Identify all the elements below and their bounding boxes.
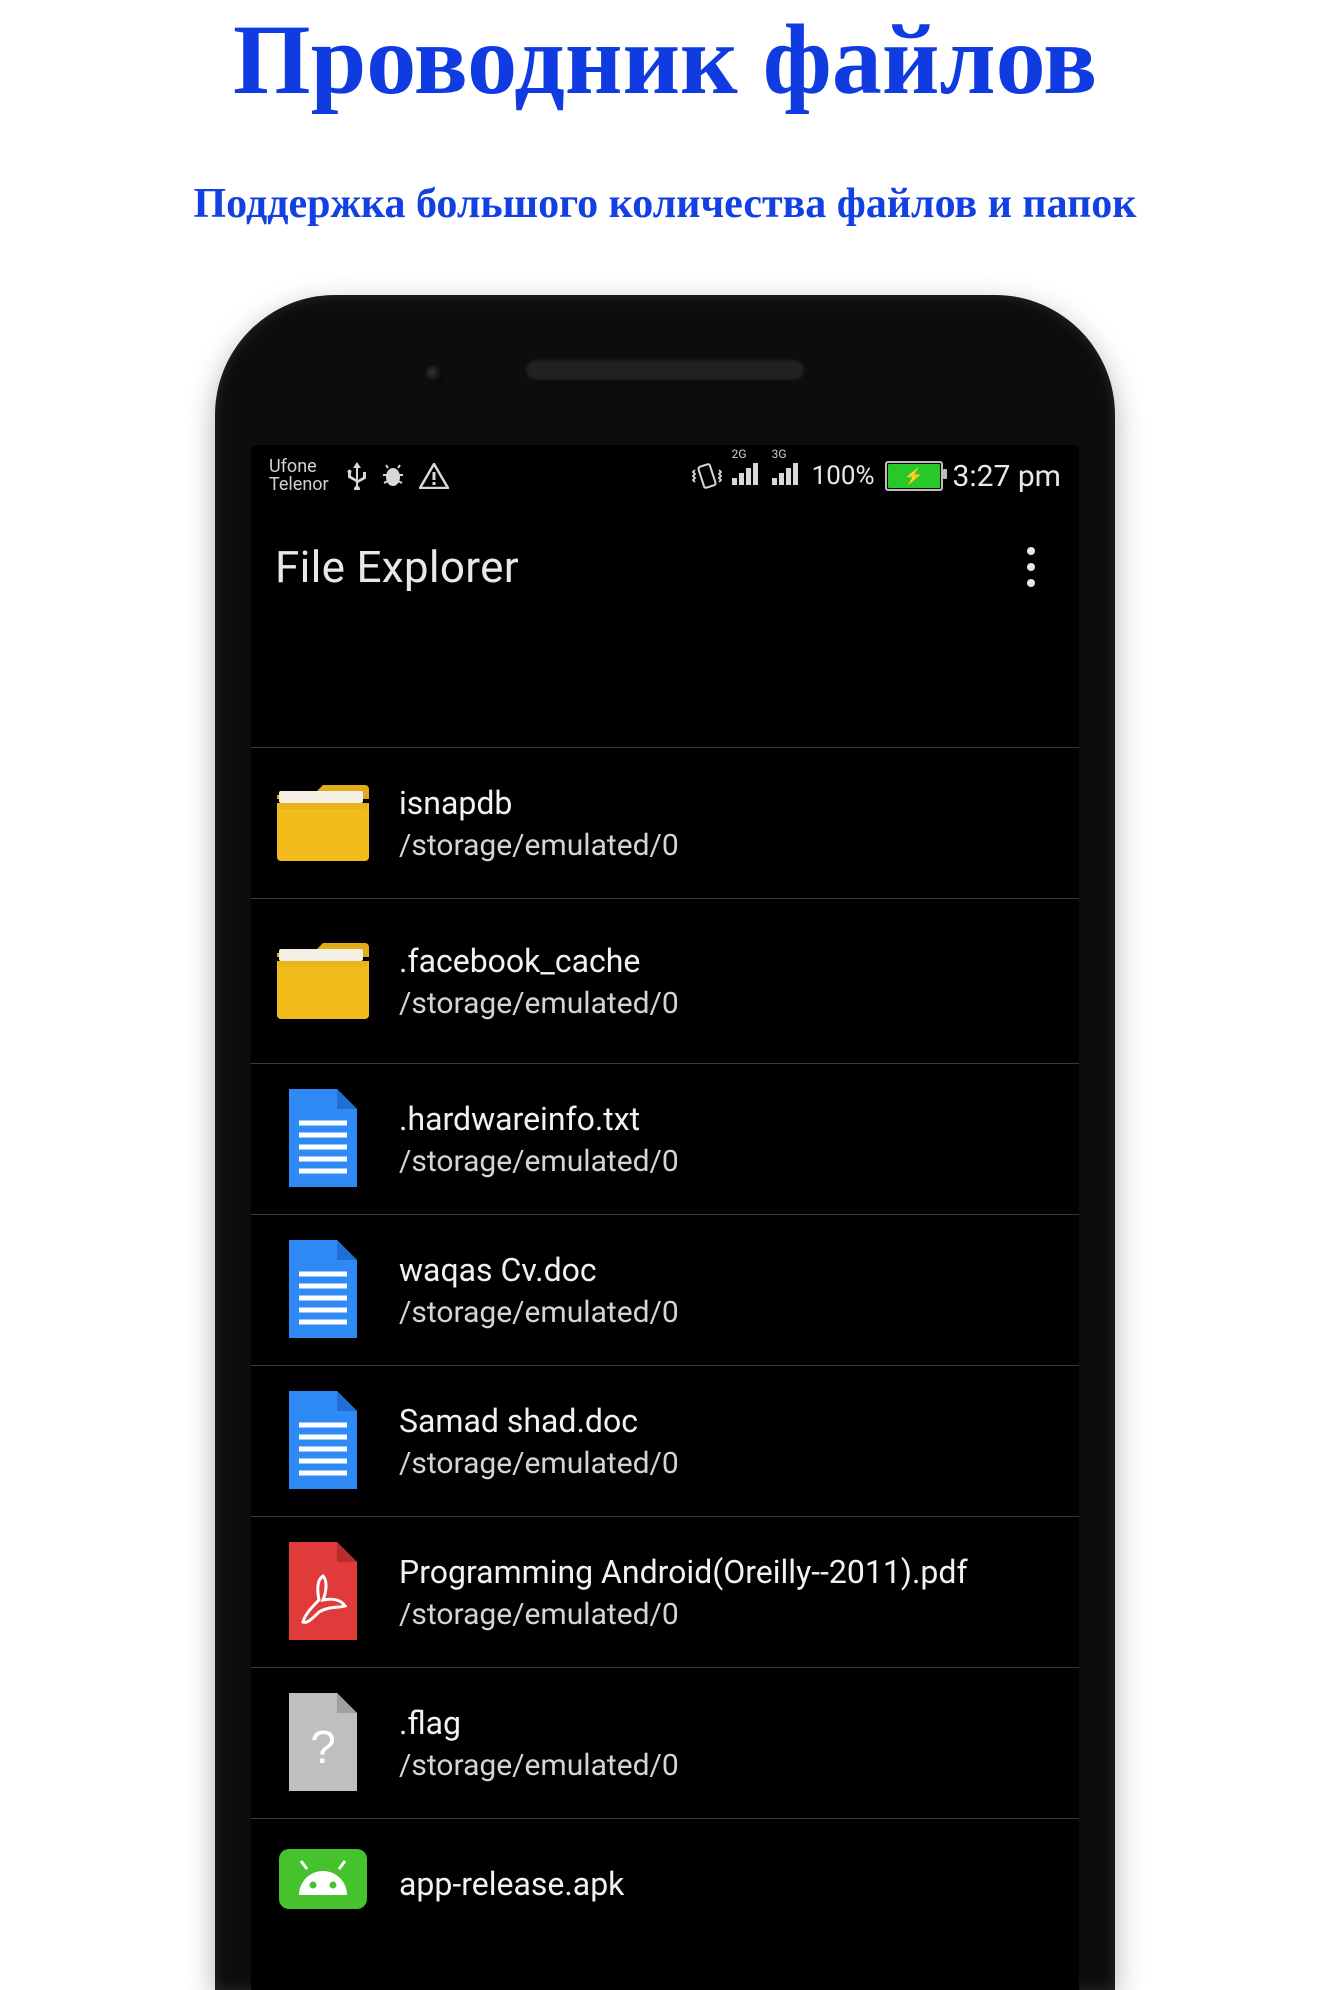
list-item-text: isnapdb /storage/emulated/0 [399, 784, 679, 863]
list-item-text: Samad shad.doc /storage/emulated/0 [399, 1402, 679, 1481]
svg-text:?: ? [310, 1721, 336, 1773]
status-bar: Ufone Telenor [251, 445, 1079, 507]
list-item-text: .hardwareinfo.txt /storage/emulated/0 [399, 1100, 679, 1179]
promo-title: Проводник файлов [0, 0, 1330, 110]
file-name: .facebook_cache [399, 942, 679, 980]
file-name: isnapdb [399, 784, 679, 822]
file-name: Programming Android(Oreilly--2011).pdf [399, 1553, 968, 1591]
file-name: .hardwareinfo.txt [399, 1100, 679, 1138]
list-item-text: waqas Cv.doc /storage/emulated/0 [399, 1251, 679, 1330]
document-icon [273, 1085, 373, 1193]
app-bar: File Explorer [251, 507, 1079, 627]
list-item-text: Programming Android(Oreilly--2011).pdf /… [399, 1553, 968, 1632]
list-item[interactable]: app-release.apk [251, 1819, 1079, 1929]
list-item[interactable]: ? .flag /storage/emulated/0 [251, 1668, 1079, 1819]
file-path: /storage/emulated/0 [399, 986, 679, 1021]
file-path: /storage/emulated/0 [399, 1446, 679, 1481]
vibrate-icon [692, 462, 722, 490]
file-path: /storage/emulated/0 [399, 1144, 679, 1179]
clock: 3:27 pm [953, 459, 1061, 494]
promo-page: Проводник файлов Поддержка большого коли… [0, 0, 1330, 1990]
document-icon [273, 1387, 373, 1495]
pdf-icon [273, 1538, 373, 1646]
signal-1-icon: 2G [732, 461, 762, 491]
file-path: /storage/emulated/0 [399, 1597, 968, 1632]
debug-icon [381, 463, 405, 489]
usb-icon [347, 462, 367, 490]
file-path: /storage/emulated/0 [399, 828, 679, 863]
file-list[interactable]: isnapdb /storage/emulated/0 [251, 747, 1079, 1929]
list-item-text: .facebook_cache /storage/emulated/0 [399, 942, 679, 1021]
list-item[interactable]: Programming Android(Oreilly--2011).pdf /… [251, 1517, 1079, 1668]
file-name: .flag [399, 1704, 679, 1742]
file-name: Samad shad.doc [399, 1402, 679, 1440]
folder-icon [273, 769, 373, 877]
signal-2-icon: 3G [772, 461, 802, 491]
list-item[interactable]: .facebook_cache /storage/emulated/0 [251, 899, 1079, 1064]
file-name: app-release.apk [399, 1845, 624, 1903]
battery-pct: 100% [812, 461, 875, 491]
apk-icon [273, 1820, 373, 1928]
file-name: waqas Cv.doc [399, 1251, 679, 1289]
phone-screen: Ufone Telenor [251, 445, 1079, 1990]
file-path: /storage/emulated/0 [399, 1295, 679, 1330]
phone-speaker [525, 359, 805, 381]
carrier-labels: Ufone Telenor [269, 458, 329, 494]
document-icon [273, 1236, 373, 1344]
list-item[interactable]: Samad shad.doc /storage/emulated/0 [251, 1366, 1079, 1517]
phone-frame: Ufone Telenor [215, 295, 1115, 1990]
status-right: 2G 3G [692, 459, 1061, 494]
list-gap [251, 627, 1079, 747]
status-left: Ufone Telenor [269, 458, 449, 494]
battery-icon: ⚡ [885, 461, 943, 491]
list-item-text: app-release.apk [399, 1845, 624, 1903]
phone-camera-icon [425, 365, 443, 383]
signal-1-label: 2G [732, 447, 747, 461]
list-item[interactable]: waqas Cv.doc /storage/emulated/0 [251, 1215, 1079, 1366]
promo-subtitle: Поддержка большого количества файлов и п… [0, 110, 1330, 228]
file-path: /storage/emulated/0 [399, 1748, 679, 1783]
warning-icon [419, 463, 449, 489]
list-item-text: .flag /storage/emulated/0 [399, 1704, 679, 1783]
folder-icon [273, 927, 373, 1035]
signal-2-label: 3G [772, 447, 787, 461]
list-item[interactable]: isnapdb /storage/emulated/0 [251, 747, 1079, 899]
overflow-icon [1027, 547, 1035, 587]
overflow-menu-button[interactable] [1007, 533, 1055, 601]
unknown-file-icon: ? [273, 1689, 373, 1797]
carrier-2: Telenor [269, 476, 329, 494]
app-title: File Explorer [275, 541, 519, 593]
list-item[interactable]: .hardwareinfo.txt /storage/emulated/0 [251, 1064, 1079, 1215]
